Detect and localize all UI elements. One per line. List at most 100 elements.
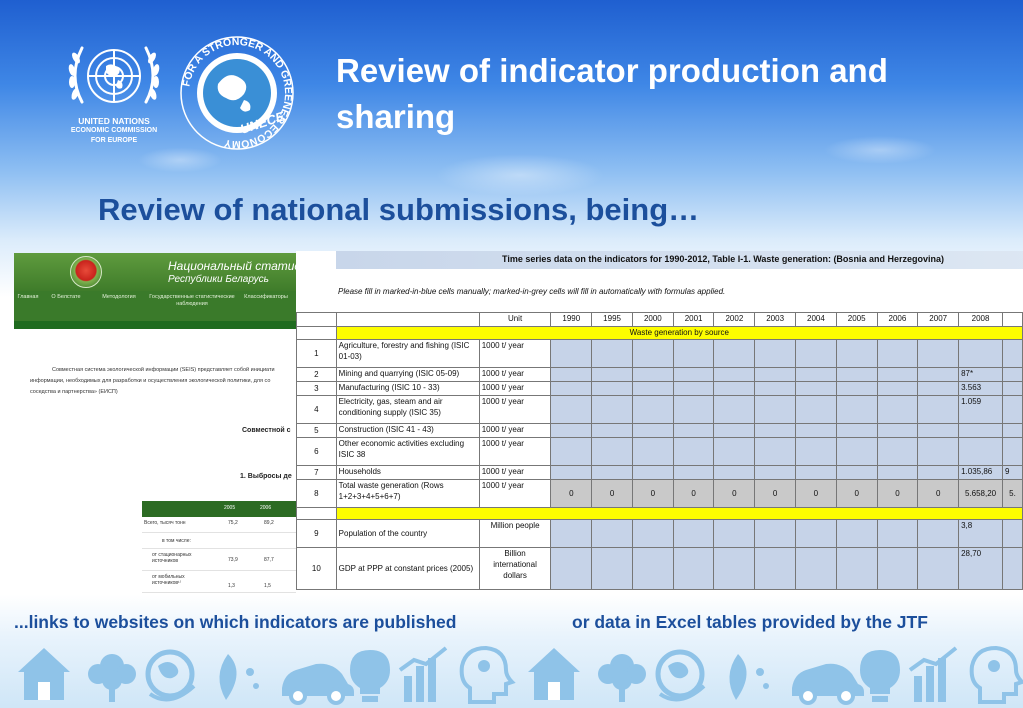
excel-value-cell[interactable] [795, 381, 837, 396]
excel-year-header[interactable]: 2006 [876, 312, 919, 327]
excel-value-cell[interactable] [672, 339, 715, 368]
excel-value-2008[interactable]: 1.035,86 [958, 465, 1003, 480]
excel-value-cell[interactable]: 0 [917, 479, 960, 508]
excel-clipped-cell[interactable] [1001, 423, 1023, 438]
excel-row-label[interactable]: Construction (ISIC 41 - 43) [335, 423, 480, 438]
excel-value-cell[interactable] [917, 381, 960, 396]
excel-value-cell[interactable] [591, 395, 633, 424]
excel-value-cell[interactable] [631, 381, 674, 396]
excel-clipped-cell[interactable] [1001, 339, 1023, 368]
excel-value-cell[interactable] [550, 547, 593, 590]
excel-value-cell[interactable] [876, 367, 919, 382]
excel-value-cell[interactable] [835, 465, 878, 480]
excel-row-unit[interactable]: 1000 t/ year [478, 437, 552, 466]
excel-value-2008[interactable]: 1.059 [958, 395, 1003, 424]
excel-value-cell[interactable]: 0 [591, 479, 633, 508]
excel-unit-header[interactable]: Unit [478, 312, 552, 327]
excel-value-cell[interactable] [672, 381, 715, 396]
excel-row-number[interactable]: 5 [296, 423, 337, 438]
excel-value-cell[interactable] [754, 395, 797, 424]
excel-cell[interactable] [296, 326, 337, 340]
excel-value-cell[interactable] [876, 547, 919, 590]
excel-value-cell[interactable] [917, 519, 960, 548]
excel-value-cell[interactable] [917, 423, 960, 438]
excel-row-number[interactable]: 3 [296, 381, 337, 396]
excel-clipped-cell[interactable] [1001, 381, 1023, 396]
excel-value-cell[interactable] [672, 547, 715, 590]
excel-value-cell[interactable] [795, 437, 837, 466]
excel-value-cell[interactable] [713, 395, 756, 424]
excel-value-cell[interactable] [713, 367, 756, 382]
excel-value-cell[interactable] [550, 519, 593, 548]
excel-value-cell[interactable]: 0 [672, 479, 715, 508]
excel-clipped-cell[interactable] [1001, 367, 1023, 382]
excel-value-cell[interactable] [876, 339, 919, 368]
excel-row-label[interactable]: Electricity, gas, steam and air conditio… [335, 395, 480, 424]
excel-value-cell[interactable] [754, 381, 797, 396]
excel-value-2008[interactable] [958, 339, 1003, 368]
excel-row-label[interactable]: Other economic activities excluding ISIC… [335, 437, 480, 466]
excel-year-header[interactable]: 2003 [754, 312, 797, 327]
excel-value-cell[interactable]: 0 [754, 479, 797, 508]
excel-value-cell[interactable] [631, 367, 674, 382]
excel-value-cell[interactable]: 0 [550, 479, 593, 508]
excel-row-label[interactable]: Mining and quarrying (ISIC 05-09) [335, 367, 480, 382]
excel-value-cell[interactable] [631, 437, 674, 466]
excel-row-number[interactable]: 2 [296, 367, 337, 382]
excel-year-header[interactable]: 2001 [672, 312, 715, 327]
excel-value-cell[interactable]: 0 [876, 479, 919, 508]
excel-value-cell[interactable] [713, 547, 756, 590]
excel-clipped-cell[interactable] [1001, 519, 1023, 548]
excel-value-cell[interactable] [672, 437, 715, 466]
excel-value-2008[interactable]: 3.563 [958, 381, 1003, 396]
excel-year-header[interactable]: 1995 [591, 312, 633, 327]
excel-row-label[interactable]: Agriculture, forestry and fishing (ISIC … [335, 339, 480, 368]
excel-value-cell[interactable] [591, 465, 633, 480]
excel-value-cell[interactable] [631, 395, 674, 424]
excel-cell[interactable] [296, 507, 337, 520]
excel-value-2008[interactable]: 28,70 [958, 547, 1003, 590]
excel-value-cell[interactable] [754, 547, 797, 590]
excel-value-cell[interactable] [713, 437, 756, 466]
excel-row-unit[interactable]: 1000 t/ year [478, 395, 552, 424]
excel-value-cell[interactable]: 0 [795, 479, 837, 508]
excel-value-2008[interactable]: 3,8 [958, 519, 1003, 548]
excel-value-cell[interactable]: 0 [713, 479, 756, 508]
excel-row-number[interactable]: 10 [296, 547, 337, 590]
excel-value-cell[interactable] [876, 423, 919, 438]
excel-value-cell[interactable] [631, 339, 674, 368]
excel-value-cell[interactable] [631, 423, 674, 438]
excel-value-cell[interactable] [672, 465, 715, 480]
excel-year-header[interactable]: 2005 [835, 312, 878, 327]
excel-row-unit[interactable]: Million people [478, 519, 552, 548]
excel-value-cell[interactable] [835, 395, 878, 424]
excel-value-cell[interactable] [591, 519, 633, 548]
excel-value-cell[interactable] [631, 519, 674, 548]
excel-value-2008[interactable]: 87* [958, 367, 1003, 382]
excel-value-cell[interactable] [672, 519, 715, 548]
excel-value-cell[interactable] [795, 465, 837, 480]
excel-clipped-cell[interactable] [1001, 395, 1023, 424]
excel-row-unit[interactable]: 1000 t/ year [478, 381, 552, 396]
excel-cell[interactable] [335, 312, 480, 327]
excel-value-cell[interactable] [672, 395, 715, 424]
excel-value-cell[interactable] [713, 339, 756, 368]
excel-value-cell[interactable] [713, 465, 756, 480]
excel-value-cell[interactable] [591, 423, 633, 438]
excel-value-cell[interactable] [754, 519, 797, 548]
excel-value-cell[interactable] [835, 519, 878, 548]
excel-value-cell[interactable] [713, 519, 756, 548]
excel-value-cell[interactable] [835, 437, 878, 466]
excel-row-number[interactable]: 6 [296, 437, 337, 466]
excel-value-cell[interactable] [795, 367, 837, 382]
excel-row-unit[interactable]: 1000 t/ year [478, 465, 552, 480]
excel-year-header[interactable]: 2007 [917, 312, 960, 327]
excel-value-2008[interactable]: 5.658,20 [958, 479, 1003, 508]
excel-clipped-cell[interactable]: 5. [1001, 479, 1023, 508]
excel-value-cell[interactable] [591, 437, 633, 466]
excel-value-cell[interactable] [672, 423, 715, 438]
excel-value-cell[interactable] [550, 423, 593, 438]
excel-cell[interactable] [1001, 312, 1023, 327]
excel-value-cell[interactable] [795, 339, 837, 368]
excel-value-cell[interactable] [835, 367, 878, 382]
